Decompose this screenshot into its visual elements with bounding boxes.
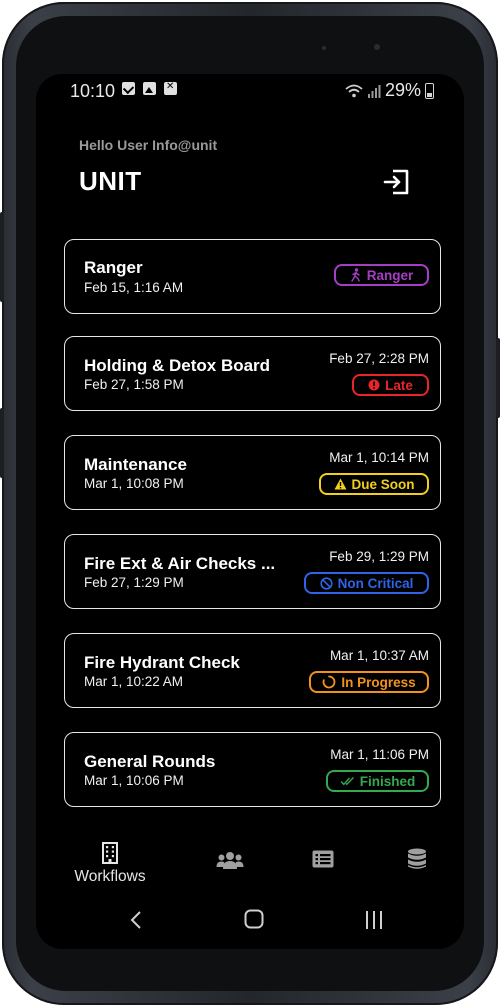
progress-circle-icon — [322, 675, 336, 689]
workflow-created: Feb 15, 1:16 AM — [84, 280, 184, 295]
system-back-button[interactable] — [130, 910, 142, 935]
walking-person-icon — [351, 268, 360, 282]
workflow-due: Mar 1, 10:37 AM — [329, 648, 429, 663]
status-badge-label: In Progress — [341, 674, 416, 690]
status-badge-label: Due Soon — [351, 476, 415, 492]
workflow-created: Feb 27, 1:58 PM — [84, 377, 184, 392]
workflow-due: Mar 1, 11:06 PM — [330, 747, 429, 762]
battery-icon — [425, 82, 434, 99]
nav-workflows[interactable]: Workflows — [72, 842, 148, 886]
notification-icons — [122, 81, 177, 95]
workflow-due: Feb 27, 2:28 PM — [329, 351, 429, 366]
workflow-card-ranger[interactable]: Ranger Feb 15, 1:16 AM Ranger — [64, 239, 441, 314]
status-badge: Late — [352, 374, 429, 396]
power-button — [496, 338, 500, 418]
blocked-notification-icon — [164, 81, 177, 95]
battery-percent: 29% — [384, 80, 421, 100]
side-key — [0, 408, 4, 478]
workflow-title: General Rounds — [84, 752, 216, 771]
home-square-icon — [244, 909, 264, 929]
bottom-nav: Workflows — [36, 842, 464, 892]
workflow-card-general-rounds[interactable]: General Rounds Mar 1, 10:06 PM Mar 1, 11… — [64, 732, 441, 807]
status-badge-label: Late — [385, 377, 413, 393]
signal-icon — [367, 84, 381, 98]
workflow-card-holding-detox[interactable]: Holding & Detox Board Feb 27, 1:58 PM Fe… — [64, 336, 441, 411]
list-icon — [312, 850, 334, 868]
front-camera — [374, 44, 380, 50]
recents-icon — [366, 911, 382, 929]
workflow-created: Feb 27, 1:29 PM — [84, 575, 184, 590]
workflow-title: Holding & Detox Board — [84, 356, 271, 375]
back-chevron-icon — [130, 911, 141, 929]
task-notification-icon — [122, 82, 135, 95]
status-badge-label: Finished — [359, 773, 416, 789]
status-time: 10:10 — [70, 81, 116, 101]
status-badge-label: Non Critical — [337, 575, 414, 591]
status-badge: In Progress — [309, 671, 429, 693]
nav-users[interactable] — [216, 850, 244, 870]
proximity-sensor — [322, 46, 326, 50]
nav-database[interactable] — [407, 848, 427, 870]
status-badge-label: Ranger — [366, 267, 414, 283]
workflow-created: Mar 1, 10:06 PM — [84, 773, 184, 788]
alert-circle-icon — [368, 379, 380, 391]
workflow-card-maintenance[interactable]: Maintenance Mar 1, 10:08 PM Mar 1, 10:14… — [64, 435, 441, 510]
workflow-title: Fire Hydrant Check — [84, 653, 240, 672]
workflow-title: Maintenance — [84, 455, 187, 474]
workflow-created: Mar 1, 10:08 PM — [84, 476, 184, 491]
workflow-title: Ranger — [84, 258, 143, 277]
users-icon — [216, 852, 244, 869]
logout-button[interactable] — [382, 167, 412, 197]
image-notification-icon — [143, 82, 156, 95]
workflow-card-fire-ext[interactable]: Fire Ext & Air Checks ... Feb 27, 1:29 P… — [64, 534, 441, 609]
status-badge: Finished — [326, 770, 429, 792]
status-badge: Non Critical — [304, 572, 429, 594]
double-check-icon — [340, 777, 354, 786]
status-badge: Ranger — [334, 264, 429, 286]
page-title: UNIT — [79, 166, 142, 196]
workflow-created: Mar 1, 10:22 AM — [84, 674, 184, 689]
workflow-due: Mar 1, 10:14 PM — [329, 450, 429, 465]
logout-icon — [383, 169, 409, 195]
system-home-button[interactable] — [244, 909, 264, 934]
no-entry-icon — [320, 576, 333, 590]
building-icon — [102, 842, 118, 864]
nav-workflows-label: Workflows — [74, 868, 146, 885]
system-recents-button[interactable] — [365, 911, 383, 934]
status-right: 29% — [345, 80, 434, 101]
greeting-text: Hello User Info@unit — [79, 137, 218, 153]
nav-list[interactable] — [312, 850, 334, 868]
wifi-icon — [345, 84, 363, 97]
status-badge: Due Soon — [319, 473, 429, 495]
database-icon — [408, 848, 426, 869]
workflow-due: Feb 29, 1:29 PM — [329, 549, 429, 564]
workflow-card-fire-hydrant[interactable]: Fire Hydrant Check Mar 1, 10:22 AM Mar 1… — [64, 633, 441, 708]
volume-button — [0, 212, 4, 302]
warning-triangle-icon — [334, 478, 346, 490]
system-nav-bar — [36, 906, 464, 936]
status-bar: 10:10 29% — [36, 74, 464, 108]
screen: 10:10 29% Hello User Info@unit UNIT — [36, 74, 464, 949]
workflow-title: Fire Ext & Air Checks ... — [84, 554, 276, 573]
